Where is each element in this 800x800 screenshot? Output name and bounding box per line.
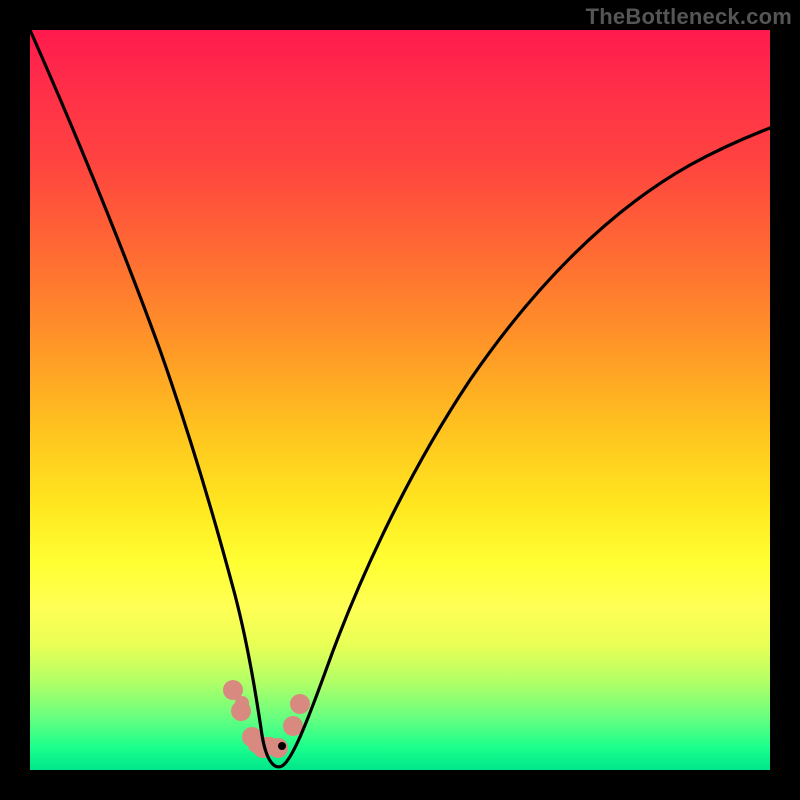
black-marker <box>278 742 286 750</box>
chart-frame: TheBottleneck.com <box>0 0 800 800</box>
watermark-text: TheBottleneck.com <box>586 4 792 30</box>
curve-layer <box>30 30 770 770</box>
bottleneck-curve <box>30 30 770 767</box>
plot-area <box>30 30 770 770</box>
